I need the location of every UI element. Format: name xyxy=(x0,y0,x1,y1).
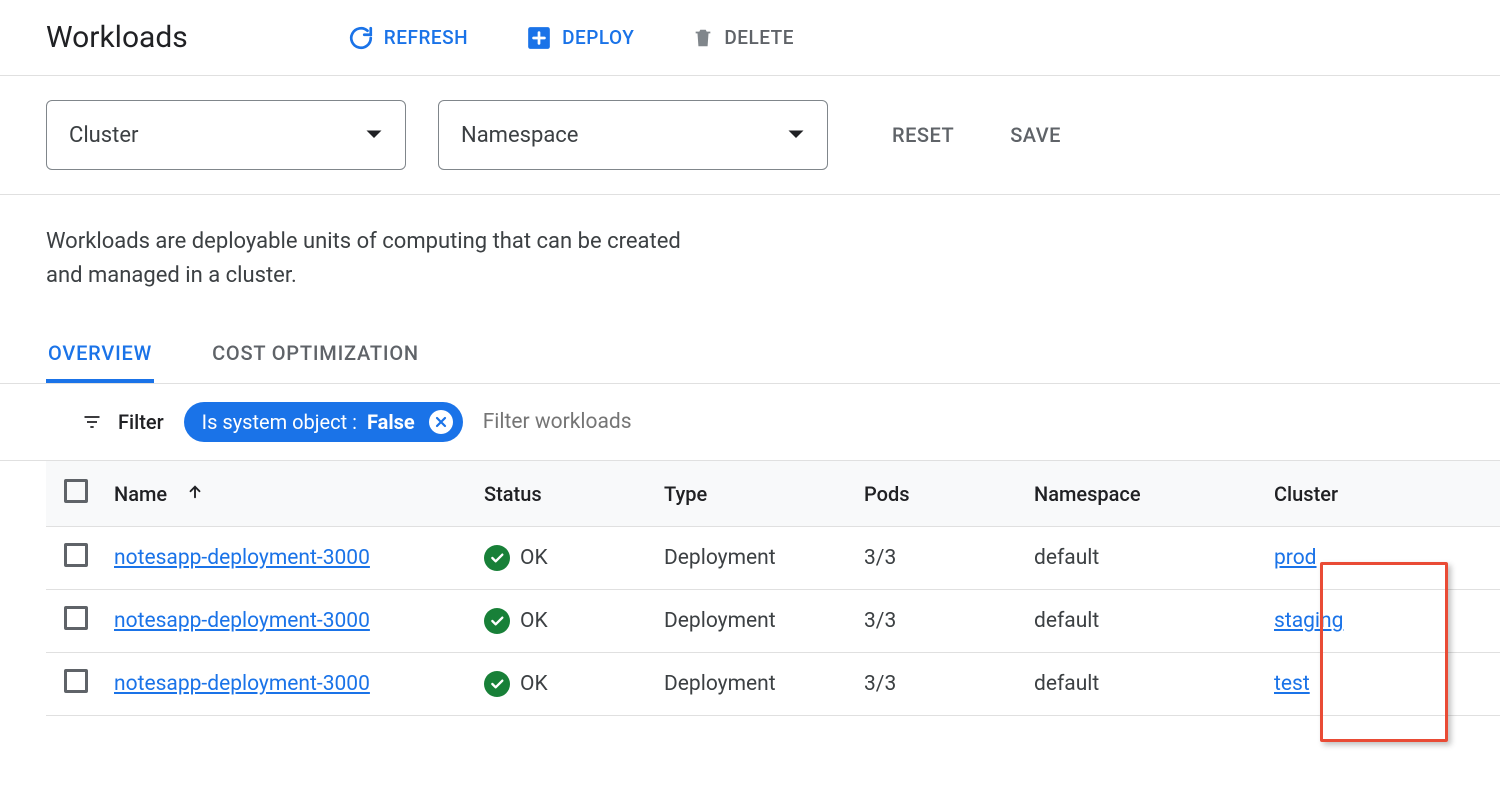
cluster-link[interactable]: staging xyxy=(1274,609,1343,633)
tab-overview[interactable]: OVERVIEW xyxy=(46,341,154,383)
header-actions: REFRESH DEPLOY DELETE xyxy=(348,25,794,51)
namespace-cell: default xyxy=(1026,527,1266,590)
caret-down-icon xyxy=(365,129,383,141)
check-circle-icon xyxy=(484,545,510,571)
filter-label: Filter xyxy=(80,410,164,434)
table-filter-bar: Filter Is system object : False xyxy=(0,384,1500,461)
table-row: notesapp-deployment-3000 OK Deployment3/3d… xyxy=(46,590,1500,653)
page-header: Workloads REFRESH DEPLOY xyxy=(0,0,1500,76)
col-status[interactable]: Status xyxy=(476,461,656,527)
tabs: OVERVIEW COST OPTIMIZATION xyxy=(0,293,1500,384)
save-button[interactable]: SAVE xyxy=(1010,123,1061,147)
row-checkbox[interactable] xyxy=(64,669,88,693)
filter-actions: RESET SAVE xyxy=(892,123,1061,147)
cluster-select[interactable]: Cluster xyxy=(46,100,406,170)
status-text: OK xyxy=(520,546,548,570)
col-type[interactable]: Type xyxy=(656,461,856,527)
col-name[interactable]: Name xyxy=(106,461,476,527)
cluster-link[interactable]: prod xyxy=(1274,546,1317,570)
pods-cell: 3/3 xyxy=(856,527,1026,590)
workloads-table: Name Status Type Pods Namespace Cluster … xyxy=(46,461,1500,716)
table-row: notesapp-deployment-3000 OK Deployment3/3d… xyxy=(46,653,1500,716)
status-text: OK xyxy=(520,672,548,696)
row-checkbox[interactable] xyxy=(64,606,88,630)
deploy-label: DEPLOY xyxy=(562,26,634,49)
status-cell: OK xyxy=(484,608,548,634)
reset-button[interactable]: RESET xyxy=(892,123,954,147)
namespace-cell: default xyxy=(1026,590,1266,653)
delete-button[interactable]: DELETE xyxy=(692,26,794,50)
sort-up-icon xyxy=(186,483,204,501)
col-cluster[interactable]: Cluster xyxy=(1266,461,1500,527)
plus-box-icon xyxy=(526,25,552,51)
trash-icon xyxy=(692,26,714,50)
page-title: Workloads xyxy=(46,20,188,55)
filter-icon xyxy=(80,412,104,432)
type-cell: Deployment xyxy=(656,527,856,590)
cluster-select-label: Cluster xyxy=(69,123,138,148)
tab-cost-optimization[interactable]: COST OPTIMIZATION xyxy=(210,341,421,383)
chip-key: Is system object : xyxy=(202,410,357,434)
namespace-select-label: Namespace xyxy=(461,123,578,148)
col-checkbox xyxy=(46,461,106,527)
col-namespace[interactable]: Namespace xyxy=(1026,461,1266,527)
status-text: OK xyxy=(520,609,548,633)
type-cell: Deployment xyxy=(656,590,856,653)
pods-cell: 3/3 xyxy=(856,653,1026,716)
type-cell: Deployment xyxy=(656,653,856,716)
col-name-label: Name xyxy=(114,482,167,506)
select-all-checkbox[interactable] xyxy=(64,479,88,503)
status-cell: OK xyxy=(484,545,548,571)
col-pods[interactable]: Pods xyxy=(856,461,1026,527)
filter-text: Filter xyxy=(118,410,164,434)
filter-row: Cluster Namespace RESET SAVE xyxy=(0,76,1500,195)
caret-down-icon xyxy=(787,129,805,141)
deploy-button[interactable]: DEPLOY xyxy=(526,25,634,51)
refresh-icon xyxy=(348,25,374,51)
check-circle-icon xyxy=(484,671,510,697)
workload-name-link[interactable]: notesapp-deployment-3000 xyxy=(114,609,370,633)
refresh-button[interactable]: REFRESH xyxy=(348,25,468,51)
delete-label: DELETE xyxy=(724,26,794,49)
chip-remove-icon[interactable] xyxy=(429,410,453,434)
status-cell: OK xyxy=(484,671,548,697)
filter-chip[interactable]: Is system object : False xyxy=(184,402,463,442)
workload-name-link[interactable]: notesapp-deployment-3000 xyxy=(114,546,370,570)
check-circle-icon xyxy=(484,608,510,634)
namespace-cell: default xyxy=(1026,653,1266,716)
pods-cell: 3/3 xyxy=(856,590,1026,653)
workload-name-link[interactable]: notesapp-deployment-3000 xyxy=(114,672,370,696)
refresh-label: REFRESH xyxy=(384,26,468,49)
namespace-select[interactable]: Namespace xyxy=(438,100,828,170)
row-checkbox[interactable] xyxy=(64,543,88,567)
cluster-link[interactable]: test xyxy=(1274,672,1310,696)
page-description: Workloads are deployable units of comput… xyxy=(0,195,750,293)
table-row: notesapp-deployment-3000 OK Deployment3/3d… xyxy=(46,527,1500,590)
chip-value: False xyxy=(367,410,415,434)
filter-input[interactable] xyxy=(483,410,1454,434)
